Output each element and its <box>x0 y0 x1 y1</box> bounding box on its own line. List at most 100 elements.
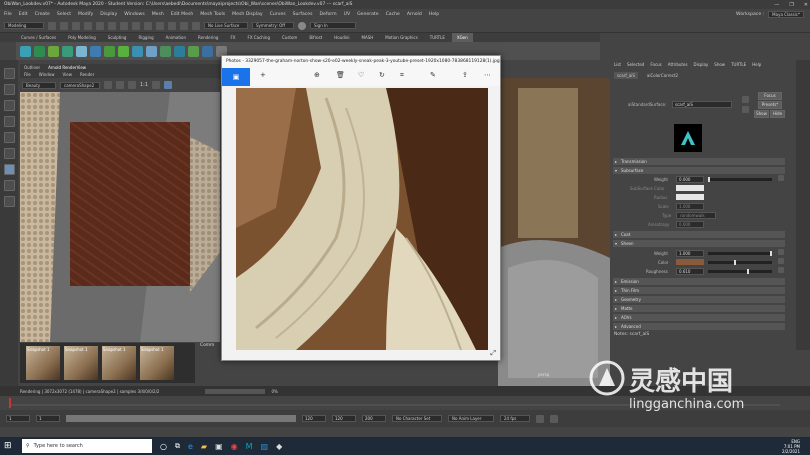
delete-icon[interactable]: 🗑 <box>336 71 345 79</box>
more-icon[interactable]: ⋯ <box>484 71 491 79</box>
xgen-groom-icon[interactable] <box>62 45 73 57</box>
shelf-tab-motion-graphics[interactable]: Motion Graphics <box>380 33 423 42</box>
menu-windows[interactable]: Windows <box>124 12 145 17</box>
shelf-tab-mash[interactable]: MASH <box>357 33 379 42</box>
maya-icon[interactable]: M <box>246 442 253 451</box>
shelf-tab-sculpting[interactable]: Sculpting <box>103 33 132 42</box>
map-button-icon[interactable] <box>778 249 784 255</box>
color-icon[interactable] <box>164 81 173 89</box>
mode-dropdown[interactable]: Modeling <box>4 22 44 29</box>
map-button-icon[interactable] <box>778 258 784 264</box>
section-subsurface[interactable]: Subsurface <box>613 167 785 174</box>
anisotropy-field[interactable]: 0.000 <box>676 221 704 228</box>
tab-arnold-renderview[interactable]: Arnold RenderView <box>48 65 86 70</box>
start-frame-field[interactable]: 1 <box>6 415 30 422</box>
renderview-menu-file[interactable]: File <box>24 72 31 77</box>
xgen-render-icon[interactable] <box>202 45 213 57</box>
shelf-tab-fx[interactable]: FX <box>225 33 240 42</box>
range-bar[interactable] <box>66 415 296 422</box>
section-advanced[interactable]: Advanced <box>613 323 785 330</box>
save-scene-icon[interactable] <box>72 21 80 30</box>
ae-menu-selected[interactable]: Selected <box>627 62 644 67</box>
file-explorer-icon[interactable]: ▰ <box>201 442 207 451</box>
shelf-tab-curves[interactable]: Curves / Surfaces <box>16 33 61 42</box>
move-tool-icon[interactable] <box>3 116 15 127</box>
hide-button[interactable]: Hide <box>770 110 785 118</box>
focus-button[interactable]: Focus <box>758 92 782 100</box>
edit-icon[interactable]: ✎ <box>430 71 436 79</box>
side-tabs[interactable] <box>796 60 810 350</box>
expand-icon[interactable]: ⤢ <box>490 349 496 358</box>
shelf-tab-rigging[interactable]: Rigging <box>133 33 158 42</box>
menu-mesh-display[interactable]: Mesh Display <box>232 12 263 17</box>
ae-menu-show[interactable]: Show <box>714 62 725 67</box>
sheen-color-swatch[interactable] <box>676 259 704 265</box>
xgen-noise-icon[interactable] <box>146 45 157 57</box>
section-geometry[interactable]: Geometry <box>613 296 785 303</box>
taskbar-search[interactable]: ⚲ Type here to search <box>22 439 152 453</box>
select-object-icon[interactable] <box>120 21 128 30</box>
menu-uv[interactable]: UV <box>344 12 351 17</box>
node-name-field[interactable]: scarf_aiS <box>672 101 732 108</box>
display-dropdown[interactable]: Beauty <box>22 81 56 89</box>
section-thin-film[interactable]: Thin Film <box>613 287 785 294</box>
image-icon[interactable]: ▣ <box>222 68 250 86</box>
snap-curve-icon[interactable] <box>156 21 164 30</box>
anim-layer-dropdown[interactable]: No Anim Layer <box>448 415 494 422</box>
shelf-tab-rendering[interactable]: Rendering <box>193 33 223 42</box>
menu-edit-mesh[interactable]: Edit Mesh <box>171 12 193 17</box>
shelf-tab-bifrost[interactable]: Bifrost <box>304 33 327 42</box>
stop-icon[interactable] <box>128 81 136 89</box>
roughness-field[interactable]: 0.610 <box>676 268 704 275</box>
section-matte[interactable]: Matte <box>613 305 785 312</box>
menu-select[interactable]: Select <box>57 12 71 17</box>
close-button[interactable]: ✕ <box>804 2 808 8</box>
outliner-icon[interactable] <box>3 196 15 207</box>
xgen-coil-icon[interactable] <box>160 45 171 57</box>
snapshot-thumbnail[interactable]: Snapshot 1 <box>102 346 136 380</box>
tab-outliner[interactable]: Outliner <box>24 65 40 70</box>
menu-arnold[interactable]: Arnold <box>407 12 422 17</box>
new-scene-icon[interactable] <box>48 21 56 30</box>
plus-icon[interactable]: + <box>260 71 266 79</box>
xgen-cut-icon[interactable] <box>118 45 129 57</box>
menu-modify[interactable]: Modify <box>78 12 93 17</box>
app-icon[interactable]: ◆ <box>276 442 282 451</box>
node-goto-output-icon[interactable] <box>742 106 749 113</box>
presets-button[interactable]: Presets* <box>758 101 782 109</box>
undo-icon[interactable] <box>84 21 92 30</box>
photos-app-icon[interactable]: ▨ <box>261 442 269 451</box>
four-view-icon[interactable] <box>3 180 15 191</box>
sign-in-dropdown[interactable]: Sign In <box>310 22 356 29</box>
ae-menu-focus[interactable]: Focus <box>650 62 661 67</box>
maximize-button[interactable]: ❐ <box>789 2 793 8</box>
snap-point-icon[interactable] <box>168 21 176 30</box>
edge-icon[interactable]: e <box>188 442 193 451</box>
current-frame-field[interactable]: 1 <box>36 415 60 422</box>
lasso-tool-icon[interactable] <box>3 84 15 95</box>
roughness-slider[interactable] <box>708 269 772 274</box>
renderview-menu-window[interactable]: Window <box>39 72 55 77</box>
xgen-guide-icon[interactable] <box>48 45 59 57</box>
radius-swatch[interactable] <box>676 194 704 200</box>
select-hierarchy-icon[interactable] <box>108 21 116 30</box>
xgen-modifier-icon[interactable] <box>104 45 115 57</box>
node-go-icon[interactable] <box>742 96 749 103</box>
symmetry-dropdown[interactable]: Symmetry: Off <box>252 22 294 29</box>
range-end-field[interactable]: 120 <box>302 415 326 422</box>
renderview-menu-render[interactable]: Render <box>80 72 94 77</box>
snapshot-thumbnail[interactable]: Snapshot 1 <box>140 346 174 380</box>
refresh-icon[interactable] <box>116 81 124 89</box>
single-view-icon[interactable] <box>3 164 15 175</box>
live-surface-dropdown[interactable]: No Live Surface <box>204 22 248 29</box>
snapshot-thumbnail[interactable]: Snapshot 1 <box>26 346 60 380</box>
show-button[interactable]: Show <box>754 110 769 118</box>
shelf-tab-houdini[interactable]: Houdini <box>329 33 354 42</box>
cortana-icon[interactable]: ○ <box>160 442 167 451</box>
snap-grid-icon[interactable] <box>144 21 152 30</box>
end-frame-field[interactable]: 120 <box>332 415 356 422</box>
workspace-dropdown[interactable]: Maya Classic* <box>768 10 804 18</box>
map-button-icon[interactable] <box>778 175 784 181</box>
xgen-preview-icon[interactable] <box>188 45 199 57</box>
max-frame-field[interactable]: 200 <box>362 415 386 422</box>
